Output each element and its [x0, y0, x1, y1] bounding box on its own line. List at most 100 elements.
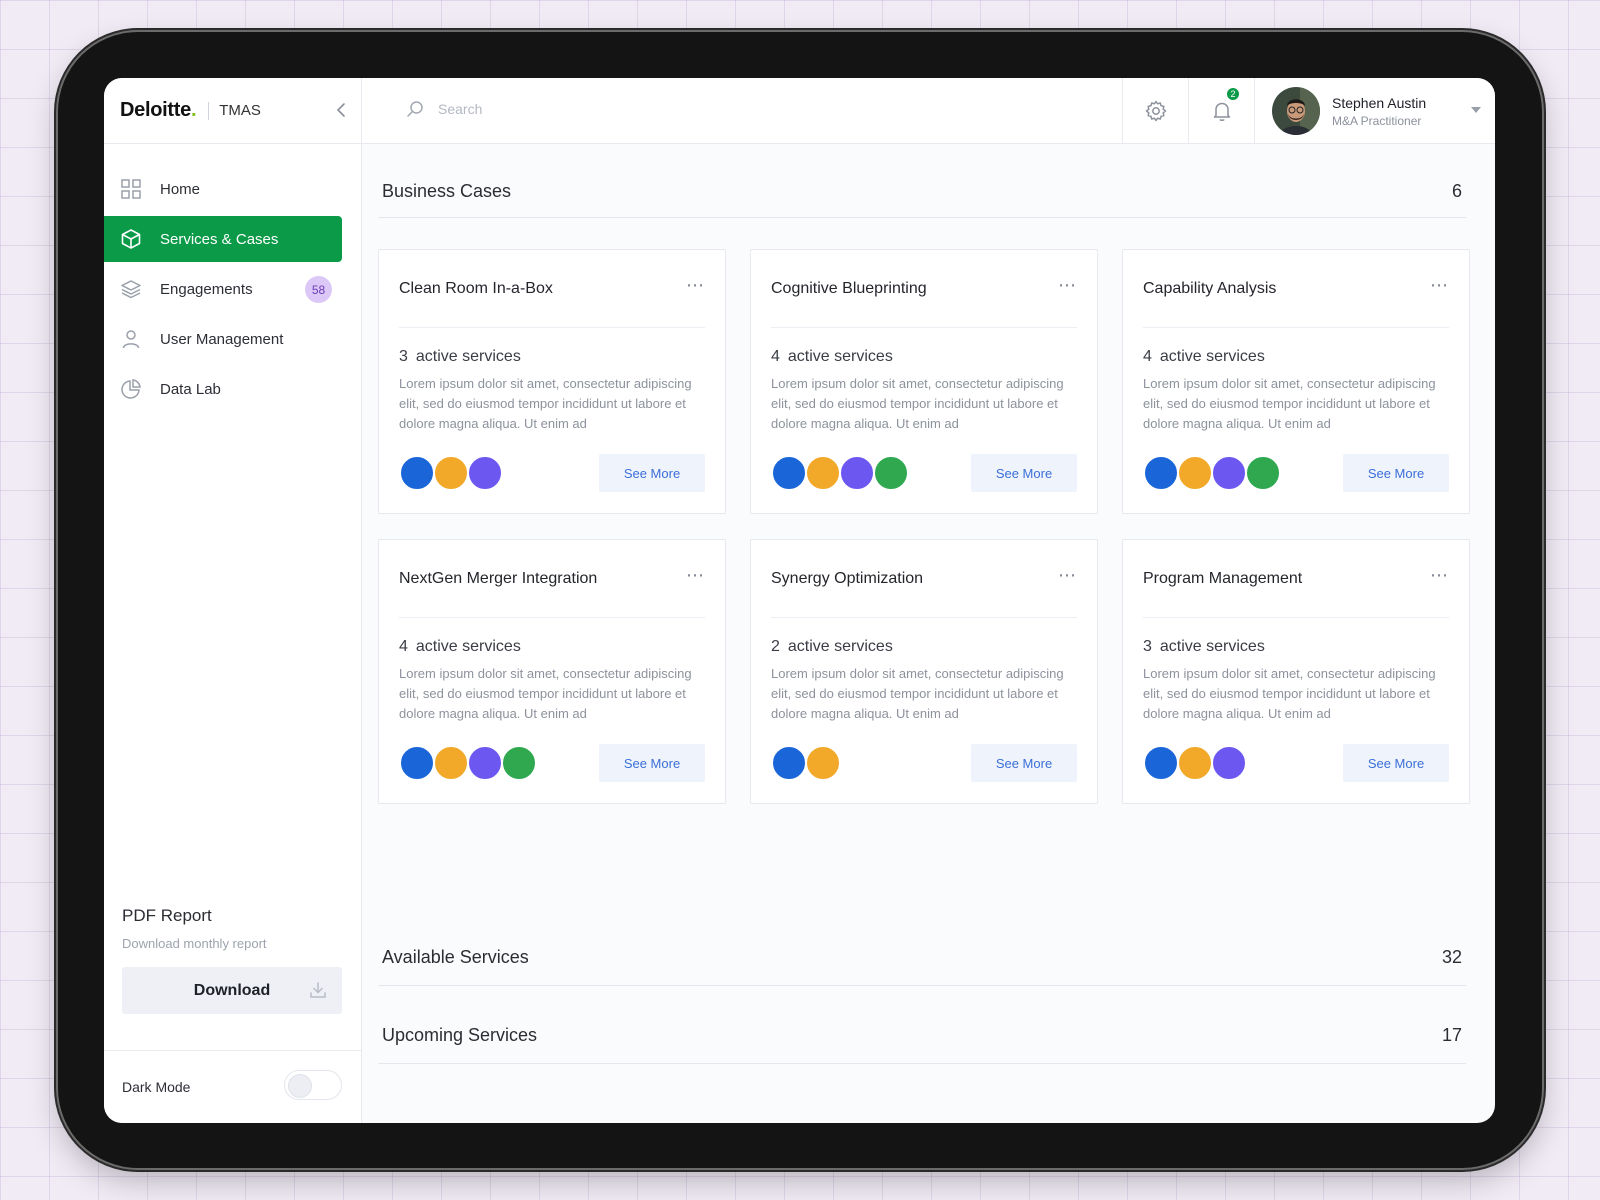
brand-logo[interactable]: Deloitte.: [120, 99, 197, 122]
active-services-line: 4 active services: [771, 348, 1077, 366]
avatar[interactable]: [805, 745, 841, 781]
avatar[interactable]: [1211, 745, 1247, 781]
chevron-left-icon[interactable]: [333, 101, 351, 119]
grid-icon: [121, 179, 141, 199]
download-icon: [310, 982, 326, 998]
more-options-icon[interactable]: ⋯: [686, 275, 705, 296]
pdf-report-title: PDF Report: [122, 906, 212, 925]
avatar[interactable]: [501, 745, 537, 781]
avatar-stack: [771, 745, 841, 781]
more-options-icon[interactable]: ⋯: [1430, 565, 1449, 586]
avatar[interactable]: [467, 455, 503, 491]
more-options-icon[interactable]: ⋯: [1430, 275, 1449, 296]
avatar[interactable]: [873, 455, 909, 491]
active-services-count: 4: [399, 638, 408, 655]
avatar[interactable]: [771, 745, 807, 781]
sidebar-item-engagements[interactable]: Engagements 58: [104, 266, 342, 312]
avatar[interactable]: [399, 745, 435, 781]
notifications-button[interactable]: 2: [1188, 78, 1255, 144]
card-description: Lorem ipsum dolor sit amet, consectetur …: [771, 666, 1064, 721]
more-options-icon[interactable]: ⋯: [686, 565, 705, 586]
sidebar-item-services-cases[interactable]: Services & Cases: [104, 216, 342, 262]
active-services-label: active services: [1159, 638, 1265, 655]
avatar-stack: [399, 455, 503, 491]
avatar-stack: [771, 455, 909, 491]
more-options-icon[interactable]: ⋯: [1058, 565, 1077, 586]
brand-bar: Deloitte. TMAS: [104, 78, 361, 144]
avatar[interactable]: [1143, 455, 1179, 491]
business-case-card[interactable]: Synergy Optimization ⋯ 2 active services Lor…: [750, 539, 1098, 804]
search-input[interactable]: [438, 101, 738, 117]
active-services-line: 4 active services: [399, 638, 705, 656]
sidebar-item-data-lab[interactable]: Data Lab: [104, 366, 342, 412]
settings-button[interactable]: [1122, 78, 1189, 144]
card-description: Lorem ipsum dolor sit amet, consectetur …: [1143, 376, 1436, 431]
user-name: Stephen Austin: [1332, 94, 1427, 111]
see-more-button[interactable]: See More: [971, 454, 1077, 492]
sidebar-item-label: Home: [160, 180, 201, 198]
active-services-line: 3 active services: [1143, 638, 1449, 656]
avatar[interactable]: [399, 455, 435, 491]
card-footer: See More: [1143, 454, 1449, 492]
see-more-button[interactable]: See More: [599, 744, 705, 782]
see-more-button[interactable]: See More: [1343, 744, 1449, 782]
card-footer: See More: [771, 744, 1077, 782]
search-icon: [407, 101, 423, 117]
available-services-row[interactable]: Available Services 32: [378, 930, 1466, 986]
card-title: Capability Analysis: [1143, 279, 1277, 297]
pdf-report-subtitle: Download monthly report: [122, 936, 267, 951]
avatar: [1272, 87, 1320, 135]
business-cases-title: Business Cases: [382, 181, 512, 201]
avatar[interactable]: [433, 455, 469, 491]
avatar[interactable]: [771, 455, 807, 491]
upcoming-services-row[interactable]: Upcoming Services 17: [378, 1008, 1466, 1064]
avatar[interactable]: [1211, 455, 1247, 491]
sidebar: Deloitte. TMAS Home Services & Cases Eng…: [104, 78, 362, 1123]
pie-chart-icon: [121, 379, 141, 399]
box-icon: [121, 229, 141, 249]
avatar-stack: [1143, 455, 1281, 491]
avatar[interactable]: [1143, 745, 1179, 781]
business-case-card[interactable]: Capability Analysis ⋯ 4 active services Lore…: [1122, 249, 1470, 514]
dark-mode-toggle[interactable]: [284, 1070, 342, 1100]
avatar[interactable]: [433, 745, 469, 781]
business-cases-header: Business Cases 6: [378, 166, 1466, 218]
business-case-card[interactable]: Clean Room In-a-Box ⋯ 3 active services Lore…: [378, 249, 726, 514]
avatar[interactable]: [839, 455, 875, 491]
business-case-card[interactable]: NextGen Merger Integration ⋯ 4 active servi…: [378, 539, 726, 804]
card-title: NextGen Merger Integration: [399, 569, 598, 587]
active-services-count: 3: [399, 348, 408, 365]
user-menu[interactable]: Stephen Austin M&A Practitioner: [1254, 78, 1495, 144]
upcoming-services-title: Upcoming Services: [382, 1025, 538, 1045]
sidebar-item-home[interactable]: Home: [104, 166, 342, 212]
see-more-button[interactable]: See More: [599, 454, 705, 492]
user-icon: [122, 330, 140, 349]
download-button[interactable]: Download: [122, 967, 342, 1014]
active-services-line: 4 active services: [1143, 348, 1449, 366]
see-more-button[interactable]: See More: [1343, 454, 1449, 492]
active-services-line: 3 active services: [399, 348, 705, 366]
avatar-stack: [399, 745, 537, 781]
avatar[interactable]: [1177, 455, 1213, 491]
card-footer: See More: [1143, 744, 1449, 782]
top-bar: 2 Stephen Austin M&A Practitioner: [362, 78, 1495, 144]
card-header: Synergy Optimization ⋯: [771, 540, 1077, 618]
active-services-line: 2 active services: [771, 638, 1077, 656]
business-case-card[interactable]: Program Management ⋯ 3 active services Lorem…: [1122, 539, 1470, 804]
layers-icon: [121, 280, 141, 299]
see-more-button[interactable]: See More: [971, 744, 1077, 782]
avatar[interactable]: [1245, 455, 1281, 491]
card-footer: See More: [399, 454, 705, 492]
avatar[interactable]: [1177, 745, 1213, 781]
sidebar-item-user-management[interactable]: User Management: [104, 316, 342, 362]
more-options-icon[interactable]: ⋯: [1058, 275, 1077, 296]
active-services-count: 2: [771, 638, 780, 655]
available-services-count: 32: [1441, 947, 1462, 967]
dark-mode-label: Dark Mode: [122, 1079, 191, 1095]
avatar[interactable]: [805, 455, 841, 491]
user-info: Stephen Austin M&A Practitioner: [1332, 95, 1426, 128]
avatar[interactable]: [467, 745, 503, 781]
business-case-card[interactable]: Cognitive Blueprinting ⋯ 4 active services L…: [750, 249, 1098, 514]
sidebar-item-label: User Management: [160, 330, 284, 348]
card-description: Lorem ipsum dolor sit amet, consectetur …: [771, 376, 1064, 431]
